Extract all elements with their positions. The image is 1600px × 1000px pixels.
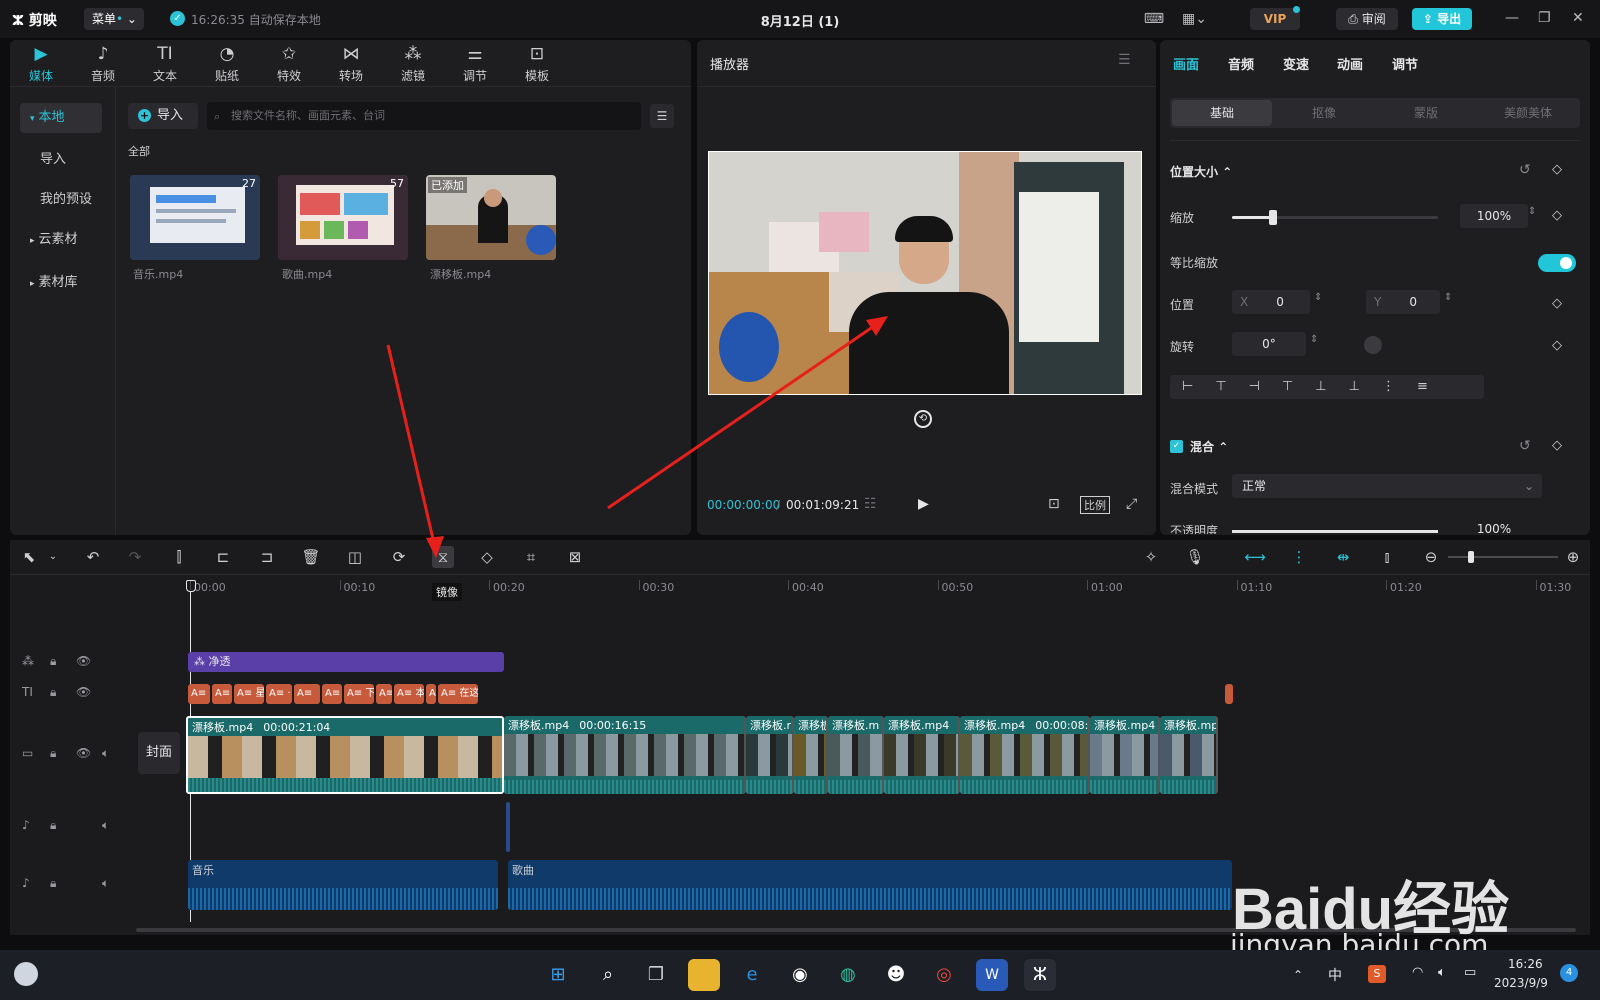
app-icon[interactable]: ◉ bbox=[784, 959, 816, 991]
qq-icon[interactable]: ☻ bbox=[880, 959, 912, 991]
chrome-icon[interactable]: ◎ bbox=[928, 959, 960, 991]
word-icon[interactable]: W bbox=[976, 959, 1008, 991]
clock-date[interactable]: 2023/9/9 bbox=[1494, 976, 1548, 990]
weather-icon[interactable] bbox=[14, 962, 38, 986]
capcut-icon[interactable]: ⵣ bbox=[1024, 959, 1056, 991]
task-view-icon[interactable]: ❐ bbox=[640, 959, 672, 991]
battery-icon[interactable]: ▭ bbox=[1464, 965, 1476, 980]
start-icon[interactable]: ⊞ bbox=[542, 959, 574, 991]
edge-icon[interactable]: ◍ bbox=[832, 959, 864, 991]
ie-icon[interactable]: e bbox=[736, 959, 768, 991]
volume-icon[interactable]: 🔈︎ bbox=[1438, 965, 1446, 980]
clock-time[interactable]: 16:26 bbox=[1508, 957, 1543, 971]
notification-badge[interactable]: 4 bbox=[1560, 964, 1578, 982]
annotation-arrows bbox=[386, 316, 888, 558]
tray-chevron-icon[interactable]: ⌃ bbox=[1293, 968, 1303, 982]
search-icon[interactable]: ⌕ bbox=[592, 959, 624, 991]
explorer-icon[interactable] bbox=[688, 959, 720, 991]
wifi-icon[interactable]: ◠ bbox=[1412, 965, 1423, 980]
sogou-icon[interactable]: S bbox=[1368, 965, 1386, 983]
ime-indicator[interactable]: 中 bbox=[1328, 965, 1342, 985]
